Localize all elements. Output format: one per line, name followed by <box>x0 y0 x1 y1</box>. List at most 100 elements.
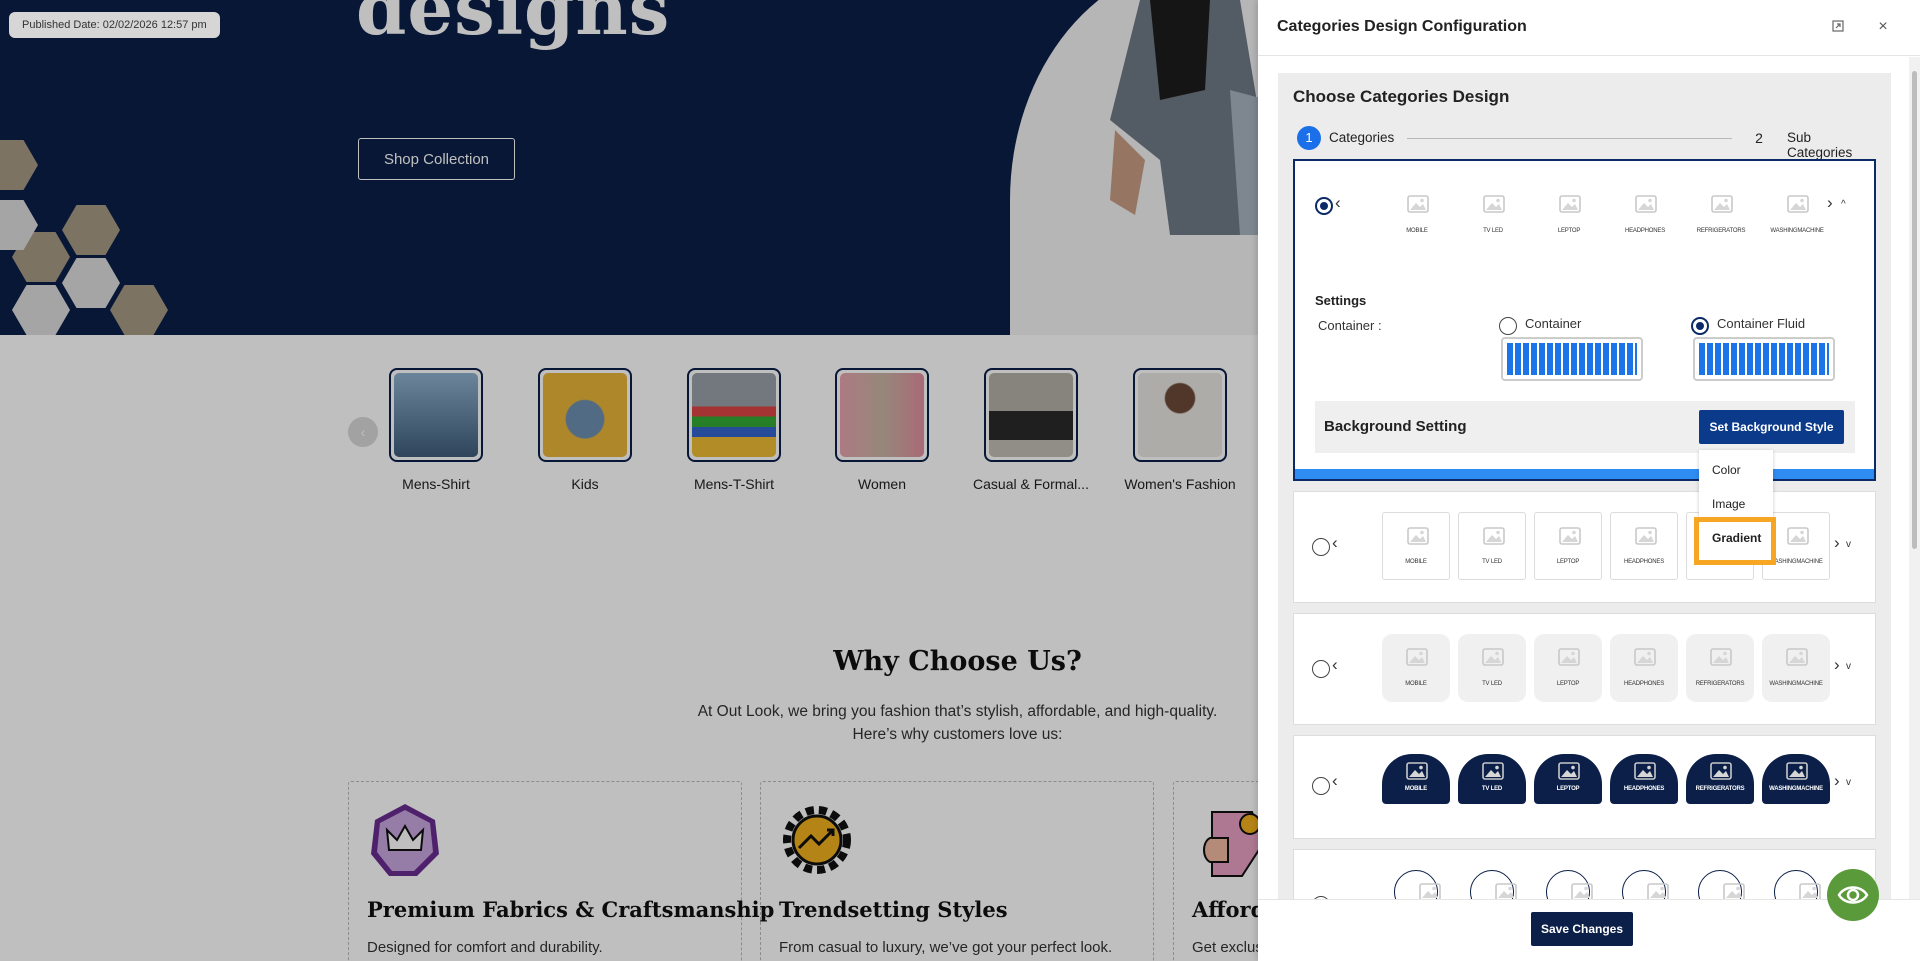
thumb-label: WASHINGMACHINE <box>1770 228 1824 234</box>
design-option-1[interactable]: ‹ MOBILE TV LED LEPTOP HEADPHONES REFRIGERAT… <box>1293 159 1876 481</box>
thumb-label: REFRIGERATORS <box>1695 681 1745 687</box>
collapse-chevron-icon[interactable]: ^ <box>1841 199 1846 210</box>
step-connector <box>1407 138 1732 139</box>
category-thumb: REFRIGERATORS <box>1686 736 1754 804</box>
panel-title: Categories Design Configuration <box>1277 18 1527 35</box>
category-thumb: LEPTOP <box>1534 634 1602 702</box>
category-thumb: REFRIGERATORS <box>1686 634 1754 702</box>
category-thumb: HEADPHONES <box>1610 634 1678 702</box>
thumb-label: WASHINGMACHINE <box>1769 681 1823 687</box>
image-placeholder-icon <box>1406 648 1428 666</box>
set-background-style-button[interactable]: Set Background Style <box>1699 410 1844 444</box>
dropdown-item-color[interactable]: Color <box>1712 463 1741 477</box>
thumb-label: HEADPHONES <box>1623 681 1664 687</box>
category-thumb: HEADPHONES <box>1611 181 1679 249</box>
dropdown-item-image[interactable]: Image <box>1712 497 1745 511</box>
preview-eye-button[interactable] <box>1827 869 1879 921</box>
save-changes-button[interactable]: Save Changes <box>1531 912 1633 946</box>
thumb-frame <box>1382 634 1450 702</box>
category-thumb: TV LED <box>1458 634 1526 702</box>
thumb-frame <box>1698 870 1745 899</box>
image-placeholder-icon <box>1799 883 1821 899</box>
next-arrow-icon[interactable]: › <box>1834 656 1840 673</box>
categories-design-panel: Categories Design Configuration × Choose… <box>1258 0 1920 961</box>
thumb-label: WASHINGMACHINE <box>1769 786 1823 792</box>
thumb-label: MOBILE <box>1405 559 1427 565</box>
container-preview[interactable] <box>1501 337 1643 381</box>
design-2-radio[interactable] <box>1312 538 1330 556</box>
image-placeholder-icon <box>1787 527 1809 545</box>
category-thumb: TV LED <box>1458 870 1526 899</box>
design-option-2[interactable]: ‹ MOBILE TV LED LEPTOP HEADPHONES REFRIGERAT… <box>1293 491 1876 603</box>
step-1-number[interactable]: 1 <box>1297 126 1321 150</box>
thumb-frame <box>1610 754 1678 804</box>
expand-chevron-icon[interactable]: v <box>1846 539 1851 550</box>
prev-arrow-icon[interactable]: ‹ <box>1332 772 1338 789</box>
design-3-radio[interactable] <box>1312 660 1330 678</box>
thumb-frame <box>1458 754 1526 804</box>
panel-scrollbar[interactable] <box>1909 57 1920 899</box>
image-placeholder-icon <box>1786 762 1808 780</box>
category-thumb: LEPTOP <box>1534 736 1602 804</box>
gradient-highlight-box <box>1694 517 1776 565</box>
design-option-5[interactable]: MOBILE TV LED LEPTOP HEADPHONES REFRIGERATOR… <box>1293 849 1876 899</box>
step-2-number[interactable]: 2 <box>1747 126 1771 150</box>
image-placeholder-icon <box>1710 762 1732 780</box>
category-thumb: MOBILE <box>1383 181 1451 249</box>
step-1-label[interactable]: Categories <box>1329 130 1394 145</box>
panel-footer: Save Changes <box>1258 899 1920 961</box>
background-setting-title: Background Setting <box>1324 418 1467 435</box>
expand-icon[interactable] <box>1829 18 1847 36</box>
thumb-frame <box>1458 634 1526 702</box>
stepper: 1 Categories 2 Sub Categories <box>1297 126 1867 160</box>
design-option-3[interactable]: ‹ MOBILE TV LED LEPTOP HEADPHONES REFRIGERAT… <box>1293 613 1876 725</box>
thumb-frame <box>1610 634 1678 702</box>
step-2-label[interactable]: Sub Categories <box>1787 130 1867 160</box>
prev-arrow-icon[interactable]: ‹ <box>1335 194 1341 211</box>
next-arrow-icon[interactable]: › <box>1834 772 1840 789</box>
image-placeholder-icon <box>1559 195 1581 213</box>
expand-chevron-icon[interactable]: v <box>1846 777 1851 788</box>
image-placeholder-icon <box>1483 195 1505 213</box>
thumb-frame <box>1394 870 1441 899</box>
container-radio[interactable] <box>1499 317 1517 335</box>
category-thumb: LEPTOP <box>1534 870 1602 899</box>
category-thumb: REFRIGERATORS <box>1687 181 1755 249</box>
category-thumb: WASHINGMACHINE <box>1762 870 1830 899</box>
image-placeholder-icon <box>1787 195 1809 213</box>
design-1-radio[interactable] <box>1315 197 1333 215</box>
selected-indicator-bar <box>1295 469 1874 479</box>
close-icon[interactable]: × <box>1874 18 1892 36</box>
image-placeholder-icon <box>1483 527 1505 545</box>
container-option-label[interactable]: Container <box>1525 316 1581 331</box>
prev-arrow-icon[interactable]: ‹ <box>1332 534 1338 551</box>
thumb-frame <box>1382 754 1450 804</box>
thumb-frame <box>1610 512 1678 580</box>
container-fluid-preview[interactable] <box>1693 337 1835 381</box>
thumb-frame <box>1622 870 1669 899</box>
thumb-label: TV LED <box>1482 681 1502 687</box>
settings-title: Settings <box>1315 293 1367 308</box>
background-setting-row: Background Setting Set Background Style <box>1315 401 1855 453</box>
design-4-radio[interactable] <box>1312 777 1330 795</box>
image-placeholder-icon <box>1558 648 1580 666</box>
scroll-thumb[interactable] <box>1912 71 1917 549</box>
image-placeholder-icon <box>1723 883 1745 899</box>
thumb-frame <box>1534 754 1602 804</box>
category-thumb: MOBILE <box>1382 512 1450 580</box>
next-arrow-icon[interactable]: › <box>1834 534 1840 551</box>
image-placeholder-icon <box>1482 648 1504 666</box>
thumb-label: HEADPHONES <box>1624 228 1665 234</box>
prev-arrow-icon[interactable]: ‹ <box>1332 656 1338 673</box>
container-fluid-option-label[interactable]: Container Fluid <box>1717 316 1805 331</box>
category-thumb: TV LED <box>1459 181 1527 249</box>
next-arrow-icon[interactable]: › <box>1827 194 1833 211</box>
design-option-4[interactable]: ‹ MOBILE TV LED LEPTOP HEADPHONES REFRIGERAT… <box>1293 735 1876 839</box>
image-placeholder-icon <box>1711 195 1733 213</box>
category-thumb: MOBILE <box>1382 634 1450 702</box>
thumb-frame <box>1686 634 1754 702</box>
thumb-label: LEPTOP <box>1556 786 1580 792</box>
container-fluid-radio[interactable] <box>1691 317 1709 335</box>
expand-chevron-icon[interactable]: v <box>1846 661 1851 672</box>
image-placeholder-icon <box>1647 883 1669 899</box>
